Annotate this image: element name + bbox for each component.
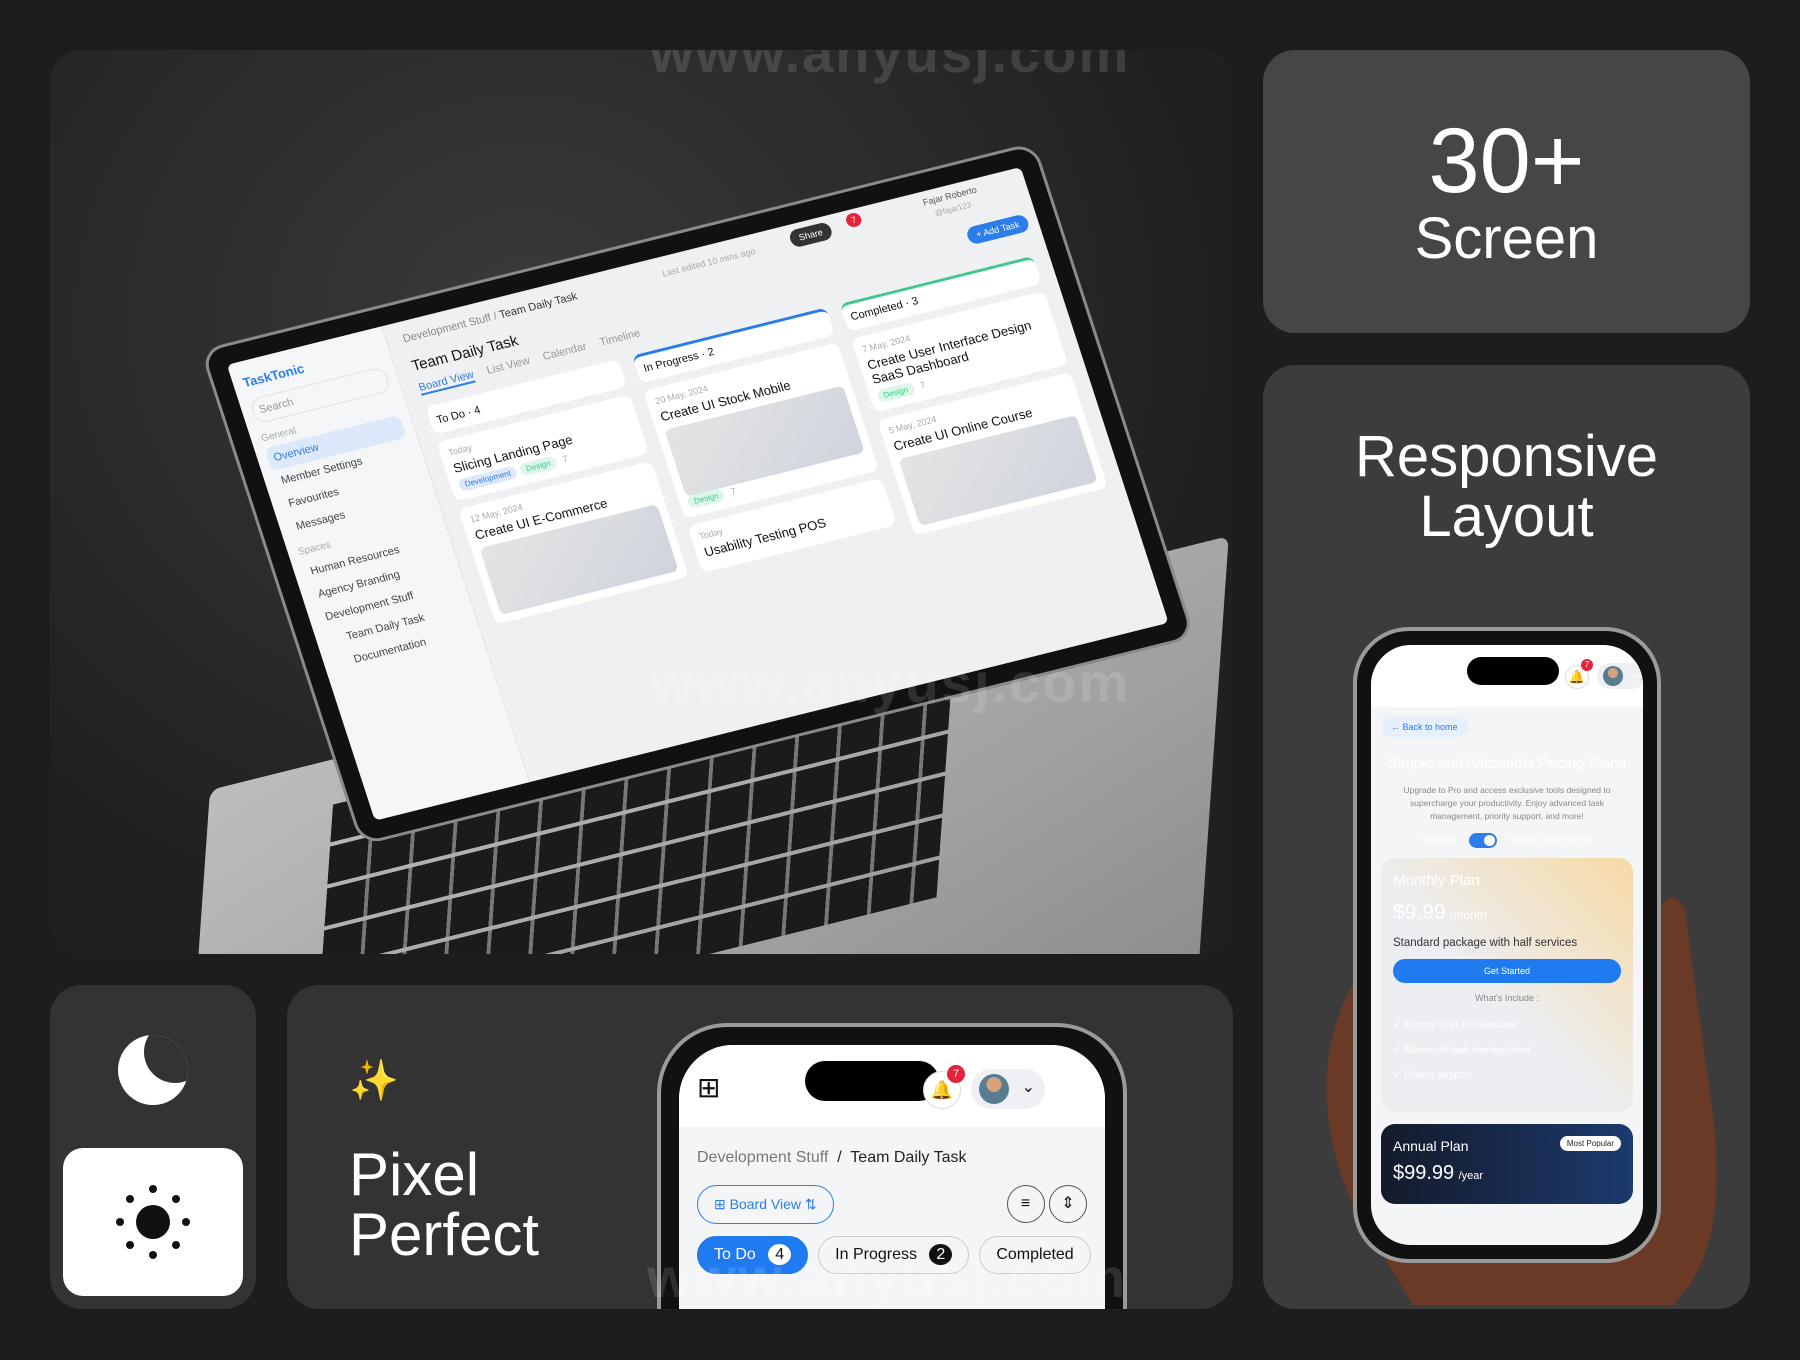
notification-badge: 7 (1581, 659, 1593, 671)
breadcrumb-item[interactable]: Development Stuff (697, 1149, 828, 1166)
pricing-title: Simple and Affordable Pricing Plans (1387, 755, 1627, 772)
responsive-layout-card: Responsive Layout ⊞ 🔔 7 ⌄ ← Back to home … (1263, 365, 1750, 1309)
watermark: www.anyusj.com (650, 50, 1131, 84)
plan-price: $99.99 (1393, 1162, 1455, 1184)
pricing-phone: ⊞ 🔔 7 ⌄ ← Back to home Simple and Afford… (1353, 627, 1661, 1263)
check-icon: ✓ (1393, 1070, 1405, 1081)
moon-icon[interactable] (118, 1035, 188, 1105)
light-mode-tile[interactable] (63, 1148, 243, 1296)
get-started-button[interactable]: Get Started (1393, 959, 1621, 983)
check-icon: ✓ (1393, 1045, 1404, 1056)
tab-board-view[interactable]: Board View (417, 368, 476, 396)
notification-badge: 7 (947, 1065, 965, 1083)
arrow-left-icon: ← (1391, 722, 1403, 732)
plan-name: Monthly Plan (1393, 872, 1480, 889)
screens-count-card: 30+ Screen (1263, 50, 1750, 333)
pixel-perfect-card: ✨ Pixel Perfect ⊞ 🔔 7 ⌄ Development Stuff… (287, 985, 1233, 1309)
check-icon: ✓ (1393, 1020, 1404, 1031)
plan-description: Standard package with half services (1393, 937, 1578, 949)
column-title: To Do (435, 408, 467, 427)
screen-count: 30+ (1428, 110, 1585, 212)
sun-icon (116, 1185, 190, 1259)
breadcrumb-current: Team Daily Task (850, 1149, 967, 1166)
tab-calendar[interactable]: Calendar (541, 341, 588, 363)
plan-price: $9.99 (1393, 901, 1446, 924)
column-count: 3 (910, 295, 920, 309)
billing-toggle-row: Monthly Yearly (Save 20%) (1381, 833, 1633, 848)
toggle-monthly-label: Monthly (1422, 835, 1458, 846)
most-popular-badge: Most Popular (1559, 1136, 1621, 1151)
user-menu[interactable]: ⌄ (1597, 663, 1643, 689)
comment-count: 7 (918, 379, 927, 391)
sort-icon: ⇅ (800, 1196, 817, 1212)
screen-label: Screen (1414, 206, 1599, 271)
feature-item: ✓ Advanced task management (1393, 1045, 1531, 1056)
watermark: www.anyusj.com (647, 1246, 1128, 1309)
chevron-down-icon: ⌄ (1629, 668, 1639, 680)
theme-mode-card (50, 985, 256, 1309)
laptop-showcase-card: TaskTonic Search General Overview Member… (50, 50, 1233, 954)
column-count: 2 (706, 345, 716, 359)
grid-menu-icon[interactable]: ⊞ (1383, 663, 1397, 683)
toggle-yearly-label: Yearly (Save 20%) (1509, 835, 1592, 846)
column-title: Completed (849, 298, 905, 324)
pixel-perfect-title: Pixel Perfect (349, 1141, 540, 1268)
column-count: 4 (472, 404, 483, 418)
chevron-down-icon: ⌄ (1021, 1079, 1035, 1096)
dynamic-island (1467, 657, 1559, 685)
watermark: www.anyusj.com (650, 651, 1131, 714)
filter-icon[interactable]: ≡ (1006, 1185, 1045, 1223)
feature-item: ✓ Priority support (1393, 1070, 1472, 1081)
plan-period: /month (1450, 908, 1487, 922)
comment-count: 7 (561, 453, 570, 465)
share-button[interactable]: Share (787, 221, 834, 249)
plan-period: /year (1458, 1170, 1484, 1182)
user-menu[interactable]: ⌄ (971, 1069, 1045, 1109)
annual-plan-card: Annual Plan Most Popular $99.99 /year (1381, 1124, 1633, 1204)
dynamic-island (805, 1061, 939, 1101)
column-title: In Progress (642, 349, 701, 375)
grid-menu-icon[interactable]: ⊞ (697, 1071, 720, 1104)
avatar (979, 1074, 1009, 1104)
includes-label: What's Include : (1475, 993, 1539, 1003)
board-view-dropdown[interactable]: ⊞ Board View ⇅ (697, 1185, 834, 1224)
tab-list-view[interactable]: List View (485, 355, 531, 377)
avatar (1603, 666, 1623, 686)
back-to-home-button[interactable]: ← Back to home (1381, 717, 1468, 737)
feature-item: ✓ Access to all Pro features (1393, 1020, 1517, 1031)
breadcrumb-current: Team Daily Task (497, 290, 579, 322)
breadcrumb: Development Stuff / Team Daily Task (697, 1149, 967, 1166)
responsive-title: Responsive Layout (1354, 424, 1659, 549)
tab-timeline[interactable]: Timeline (598, 327, 642, 348)
sparkles-icon: ✨ (349, 1059, 399, 1103)
grid-icon: ⊞ (714, 1196, 730, 1212)
monthly-plan-card: Monthly Plan $9.99 /month Standard packa… (1381, 858, 1633, 1112)
billing-toggle[interactable] (1469, 833, 1498, 848)
pricing-description: Upgrade to Pro and access exclusive tool… (1403, 785, 1611, 821)
comment-count: 7 (729, 485, 738, 497)
expand-icon[interactable]: ⇕ (1049, 1185, 1087, 1223)
